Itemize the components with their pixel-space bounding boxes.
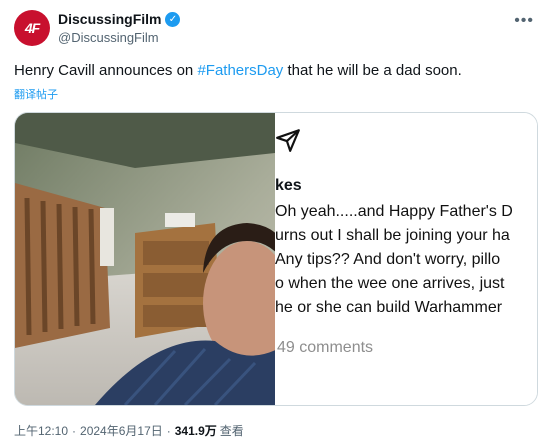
caption-line: urns out I shall be joining your ha: [275, 227, 510, 244]
selfie-photo: [15, 113, 275, 405]
separator-dot: ·: [166, 423, 171, 438]
views-label: 查看: [219, 424, 244, 438]
name-row: DiscussingFilm ✓: [58, 11, 181, 27]
hashtag-link[interactable]: #FathersDay: [197, 62, 283, 79]
translate-post-link[interactable]: 翻译帖子: [14, 86, 58, 102]
caption-line: he or she can build Warhammer: [275, 299, 503, 316]
caption-line: Oh yeah.....and Happy Father's D: [275, 203, 513, 220]
tweet-header: 4F DiscussingFilm ✓ @DiscussingFilm •••: [14, 10, 536, 50]
avatar[interactable]: 4F: [14, 10, 50, 46]
instagram-post-panel: kes Oh yeah.....and Happy Father's D urn…: [275, 113, 537, 405]
tweet-text-before: Henry Cavill announces on: [14, 62, 198, 79]
display-name[interactable]: DiscussingFilm: [58, 11, 161, 27]
tweet-text: Henry Cavill announces on #FathersDay th…: [14, 62, 462, 79]
tweet-meta: 上午12:10 · 2024年6月17日 · 341.9万 查看: [14, 422, 244, 439]
caption-line: o when the wee one arrives, just: [275, 275, 505, 292]
send-icon[interactable]: [275, 127, 301, 153]
tweet-time[interactable]: 上午12:10: [14, 422, 68, 439]
tweet-media[interactable]: kes Oh yeah.....and Happy Father's D urn…: [14, 112, 538, 406]
more-options-icon[interactable]: •••: [514, 12, 534, 30]
view-count: 341.9万: [174, 424, 217, 438]
instagram-username: kes: [275, 177, 302, 194]
caption-line: Any tips?? And don't worry, pillo: [275, 251, 501, 268]
tweet-date[interactable]: 2024年6月17日: [80, 422, 163, 439]
handle[interactable]: @DiscussingFilm: [58, 30, 159, 45]
tweet-text-after: that he will be a dad soon.: [283, 62, 462, 79]
verified-badge-icon: ✓: [165, 11, 181, 27]
comments-count: 49 comments: [277, 339, 374, 356]
separator-dot: ·: [72, 423, 77, 438]
